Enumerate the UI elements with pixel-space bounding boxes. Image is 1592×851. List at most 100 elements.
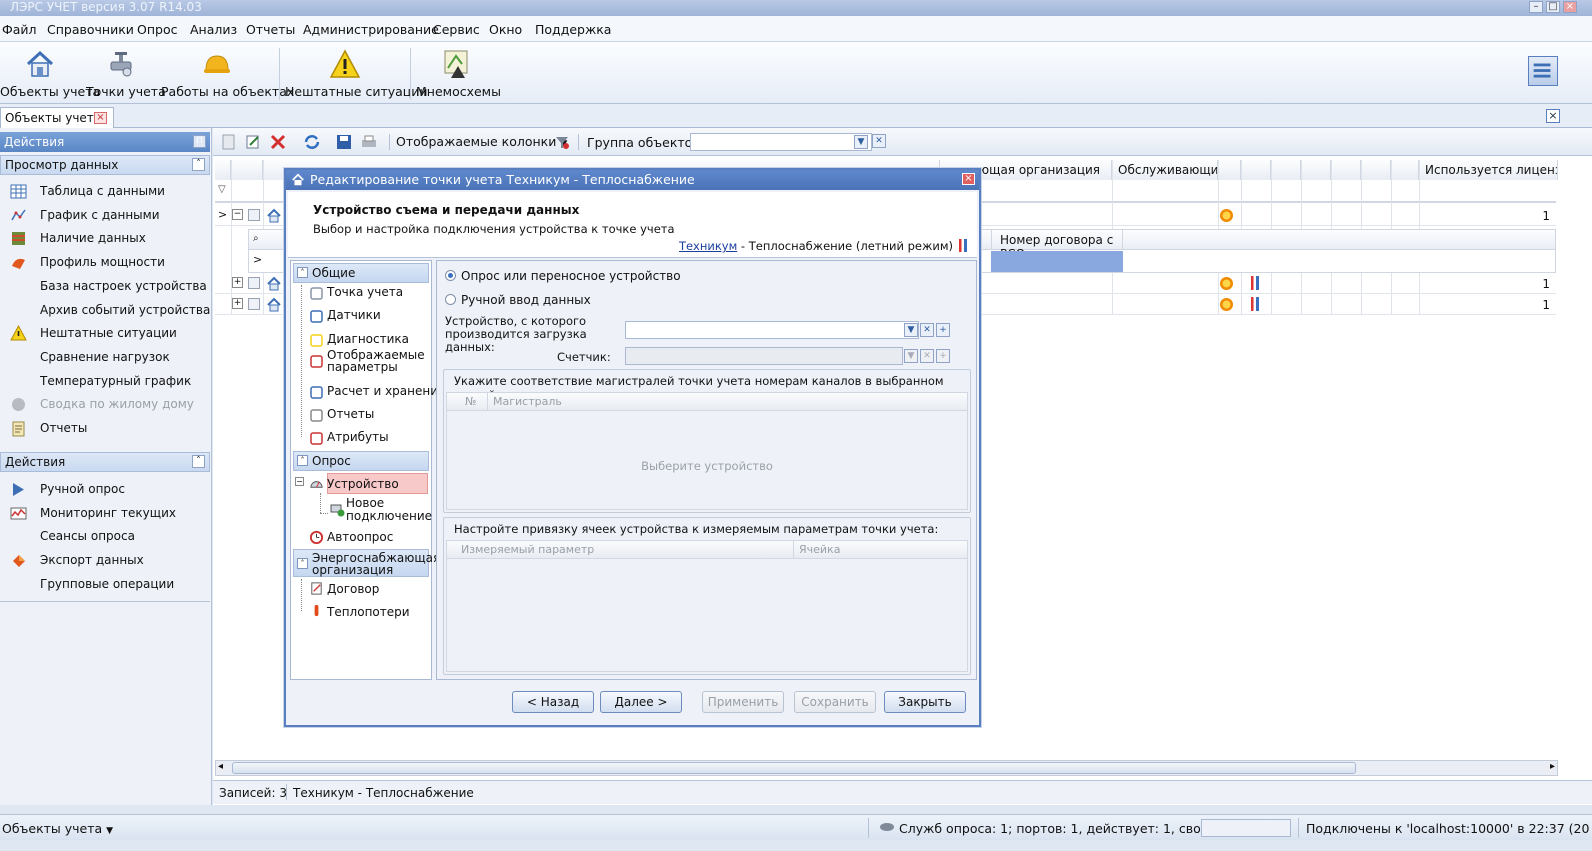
nav-item-contract[interactable]: Договор (327, 582, 379, 596)
grid-col-status2[interactable] (1241, 160, 1271, 180)
grid-col-servicing[interactable]: Обслуживающий (1112, 160, 1218, 180)
grid-col-status6[interactable] (1361, 160, 1391, 180)
sidebar-item[interactable]: Отчеты (0, 417, 210, 439)
menu-poll[interactable]: Опрос (137, 22, 177, 37)
minimize-button[interactable]: – (1529, 1, 1543, 13)
collapse-icon[interactable]: ˄ (297, 267, 308, 278)
edit-icon[interactable] (244, 133, 262, 151)
nav-item-general[interactable]: Отображаемые параметры (327, 349, 427, 373)
chevron-down-icon[interactable]: ▼ (854, 135, 868, 149)
nav-item-heat-loss[interactable]: Теплопотери (327, 605, 410, 619)
close-tab-icon[interactable]: × (94, 112, 107, 124)
back-button[interactable]: < Назад (512, 691, 594, 713)
nav-group-energy-org[interactable]: ˄ Энергоснабжающая организация (293, 549, 440, 577)
nav-group-poll[interactable]: ˄ Опрос (293, 451, 429, 471)
grid-col-status5[interactable] (1331, 160, 1361, 180)
row-select-icon[interactable] (248, 277, 260, 289)
scroll-left-icon[interactable]: ◂ (218, 761, 223, 772)
contract-cell-selected[interactable] (991, 251, 1123, 272)
collapse-row-icon[interactable]: − (232, 209, 243, 220)
sidebar-item[interactable]: Ручной опрос (0, 478, 210, 500)
save-button[interactable]: Сохранить (794, 691, 876, 713)
dialog-close-icon[interactable]: × (962, 173, 975, 185)
sidebar-item[interactable]: Групповые операции (0, 573, 210, 595)
meter-dropdown-icon[interactable]: ▼ (904, 349, 918, 363)
menu-support[interactable]: Поддержка (535, 22, 611, 37)
nav-item-general[interactable]: Диагностика (327, 332, 409, 346)
actions-section-header[interactable]: Действия ˄ (0, 452, 210, 472)
sidebar-item[interactable]: Сводка по жилому дому (0, 393, 210, 415)
nav-item-general[interactable]: Расчет и хранение (327, 384, 445, 398)
points-button[interactable]: Точки учета (86, 46, 166, 102)
meter-select[interactable] (625, 347, 903, 365)
nav-item-general[interactable]: Точка учета (327, 285, 403, 299)
new-record-icon[interactable] (220, 133, 238, 151)
nav-item-device[interactable]: Устройство (327, 477, 399, 491)
status-objects-dropdown[interactable]: Объекты учета ▼ (2, 821, 113, 836)
meter-add-icon[interactable]: + (936, 349, 950, 363)
sidebar-item[interactable]: Таблица с данными (0, 180, 210, 202)
device-add-icon[interactable]: + (936, 323, 950, 337)
search-icon[interactable]: ⌕ (253, 233, 259, 244)
nav-item-autopoll[interactable]: Автоопрос (327, 530, 393, 544)
close-window-button[interactable]: × (1563, 1, 1577, 13)
collapse-icon[interactable]: ˄ (192, 158, 205, 171)
col-contract[interactable]: Номер договора с РСО (991, 230, 1123, 261)
sidebar-item[interactable]: Мониторинг текущих (0, 502, 210, 524)
close-document-button[interactable]: × (1546, 109, 1560, 123)
sidebar-item[interactable]: Температурный график (0, 370, 210, 392)
device-clear-icon[interactable]: ✕ (920, 323, 934, 337)
emergency-button[interactable]: Нештатные ситуации (285, 46, 428, 102)
nav-item-general[interactable]: Отчеты (327, 407, 374, 421)
pin-icon[interactable]: ⊓ (193, 135, 206, 148)
group-select[interactable]: ▼ (690, 133, 872, 151)
menu-analysis[interactable]: Анализ (190, 22, 237, 37)
columns-dropdown[interactable]: Отображаемые колонки ▼ (396, 134, 567, 149)
object-link[interactable]: Техникум (679, 239, 737, 253)
scroll-right-icon[interactable]: ▸ (1550, 761, 1555, 772)
save-icon[interactable] (335, 133, 353, 151)
collapse-node-icon[interactable]: − (295, 477, 304, 486)
filter-settings-icon[interactable] (553, 133, 571, 151)
menu-file[interactable]: Файл (2, 22, 37, 37)
sidebar-item[interactable]: Сравнение нагрузок (0, 346, 210, 368)
row-select-icon[interactable] (248, 209, 260, 221)
menu-administration[interactable]: Администрирование (303, 22, 439, 37)
collapse-icon[interactable]: ˄ (297, 558, 308, 569)
works-button[interactable]: Работы на объектах (161, 46, 294, 102)
grid-col-status1[interactable] (1218, 160, 1241, 180)
refresh-icon[interactable] (303, 133, 321, 151)
sidebar-item[interactable]: Нештатные ситуации (0, 322, 210, 344)
radio-manual-label[interactable]: Ручной ввод данных (461, 293, 591, 307)
print-icon[interactable] (360, 133, 378, 151)
nav-group-general[interactable]: ˄ Общие (293, 263, 429, 283)
sidebar-item[interactable]: Экспорт данных (0, 549, 210, 571)
next-button[interactable]: Далее > (600, 691, 682, 713)
row-select-icon[interactable] (248, 298, 260, 310)
radio-manual[interactable] (445, 294, 456, 305)
sidebar-item[interactable]: Сеансы опроса (0, 525, 210, 547)
device-select[interactable]: ▼ (625, 321, 934, 339)
sidebar-item[interactable]: График с данными (0, 204, 210, 226)
menu-references[interactable]: Справочники (47, 22, 134, 37)
grid-col-status7[interactable] (1391, 160, 1419, 180)
maximize-button[interactable]: □ (1546, 1, 1560, 13)
menu-reports[interactable]: Отчеты (246, 22, 295, 37)
horizontal-scrollbar[interactable]: ◂ ▸ (215, 760, 1558, 776)
tab-objects[interactable]: Объекты учета × (0, 107, 114, 128)
collapse-icon[interactable]: ˄ (192, 455, 205, 468)
device-dropdown-icon[interactable]: ▼ (904, 323, 918, 337)
sidebar-item[interactable]: Профиль мощности (0, 251, 210, 273)
collapse-icon[interactable]: ˄ (297, 455, 308, 466)
sidebar-item[interactable]: Наличие данных (0, 227, 210, 249)
close-button[interactable]: Закрыть (884, 691, 966, 713)
layout-toggle-button[interactable] (1528, 56, 1558, 86)
objects-button[interactable]: Объекты учета (0, 46, 100, 102)
clear-group-icon[interactable]: ✕ (872, 134, 886, 148)
scrollbar-thumb[interactable] (232, 762, 1356, 774)
grid-col-status4[interactable] (1301, 160, 1331, 180)
radio-poll-label[interactable]: Опрос или переносное устройство (461, 269, 681, 283)
mnemo-button[interactable]: Мнемосхемы (416, 46, 501, 102)
expand-row-icon[interactable]: + (232, 298, 243, 309)
grid-col-status3[interactable] (1271, 160, 1301, 180)
